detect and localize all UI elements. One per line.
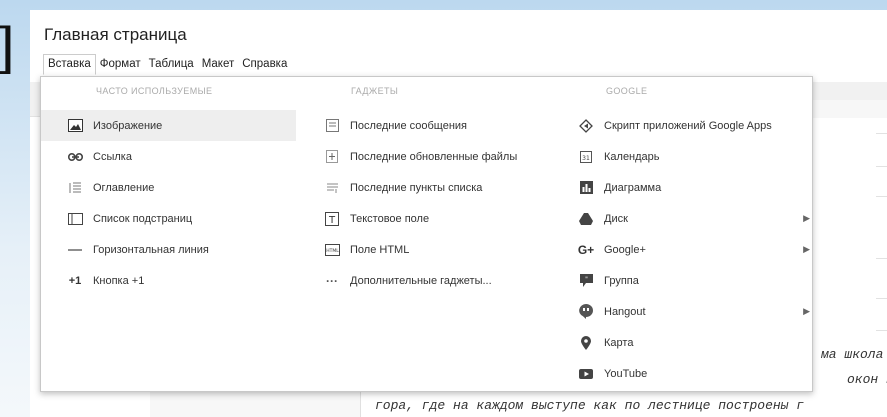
menu-item-label: Диск <box>604 212 628 225</box>
menu-item-subpages[interactable]: Список подстраниц <box>67 203 192 234</box>
doc-rule <box>876 166 887 167</box>
menu-item-apps-script[interactable]: Скрипт приложений Google Apps <box>578 110 772 141</box>
menu-item-chart[interactable]: Диаграмма <box>578 172 661 203</box>
youtube-icon <box>578 366 594 382</box>
menu-item-recent-list[interactable]: Последние пункты списка <box>324 172 482 203</box>
svg-text:": " <box>585 276 588 283</box>
menu-item-label: Изображение <box>93 119 163 132</box>
recent-posts-icon <box>324 118 340 134</box>
menu-bar: Вставка Формат Таблица Макет Справка <box>43 54 291 75</box>
recent-list-icon <box>324 180 340 196</box>
html-box-icon: HTML <box>324 242 340 258</box>
menu-item-label: Последние сообщения <box>350 119 468 132</box>
menu-item-recent-posts[interactable]: Последние сообщения <box>324 110 467 141</box>
menu-item-label: Диаграмма <box>604 181 662 194</box>
menu-item-label: Последние обновленные файлы <box>350 150 518 163</box>
menu-item-plus-one[interactable]: +1 Кнопка +1 <box>67 265 145 296</box>
group-icon: " <box>578 273 594 289</box>
menu-item-label: YouTube <box>604 367 648 380</box>
menu-item-more-gadgets[interactable]: ··· Дополнительные гаджеты... <box>324 265 492 296</box>
menu-item-group[interactable]: " Группа <box>578 265 639 296</box>
submenu-arrow-icon: ▶ <box>803 244 810 254</box>
horizontal-line-icon <box>67 242 83 258</box>
menu-item-label: Карта <box>604 336 634 349</box>
menu-item-toc[interactable]: Оглавление <box>67 172 154 203</box>
menu-item-label: Дополнительные гаджеты... <box>350 274 492 287</box>
page-title: Главная страница <box>44 25 187 44</box>
menu-item-map[interactable]: Карта <box>578 327 633 358</box>
menu-item-label: Поле HTML <box>350 243 410 256</box>
doc-text-line: окон вы <box>847 372 887 387</box>
google-plus-icon: G+ <box>577 242 595 257</box>
doc-text-line: ма школа <box>821 347 884 362</box>
insert-menu-dropdown: ЧАСТО ИСПОЛЬЗУЕМЫЕ Изображение Ссылка Ог… <box>40 76 813 392</box>
menu-table[interactable]: Таблица <box>145 55 198 75</box>
map-pin-icon <box>578 335 594 351</box>
menu-item-label: Оглавление <box>93 181 155 194</box>
menu-insert[interactable]: Вставка <box>43 54 96 75</box>
plus-one-icon: +1 <box>68 274 82 287</box>
subpages-icon <box>67 211 83 227</box>
recent-files-icon <box>324 149 340 165</box>
column-header-google: GOOGLE <box>606 86 648 96</box>
menu-item-google-plus[interactable]: G+ Google+ ▶ <box>578 234 810 265</box>
menu-item-drive[interactable]: Диск ▶ <box>578 203 810 234</box>
more-icon: ··· <box>326 273 338 288</box>
menu-item-label: Кнопка +1 <box>93 274 145 287</box>
doc-rule <box>876 133 887 134</box>
column-header-gadgets: ГАДЖЕТЫ <box>351 86 399 96</box>
menu-item-label: Список подстраниц <box>93 212 193 225</box>
link-icon <box>67 149 83 165</box>
menu-item-text-box[interactable]: T Текстовое поле <box>324 203 429 234</box>
menu-item-youtube[interactable]: YouTube <box>578 358 647 389</box>
menu-help[interactable]: Справка <box>238 55 291 75</box>
menu-item-label: Ссылка <box>93 150 132 163</box>
menu-item-html-box[interactable]: HTML Поле HTML <box>324 234 409 265</box>
menu-item-label: Скрипт приложений Google Apps <box>604 119 772 132</box>
slide-bracket: ] <box>0 22 15 76</box>
menu-item-label: Текстовое поле <box>350 212 430 225</box>
menu-item-label: Группа <box>604 274 639 287</box>
menu-item-hangout[interactable]: Hangout ▶ <box>578 296 810 327</box>
menu-item-label: Google+ <box>604 243 646 256</box>
drive-icon <box>578 211 594 227</box>
column-header-frequent: ЧАСТО ИСПОЛЬЗУЕМЫЕ <box>96 86 213 96</box>
svg-text:31: 31 <box>582 155 590 162</box>
menu-item-horizontal-line[interactable]: Горизонтальная линия <box>67 234 209 265</box>
hangout-icon <box>578 304 594 320</box>
menu-item-label: Hangout <box>604 305 646 318</box>
image-icon <box>67 118 83 134</box>
menu-layout[interactable]: Макет <box>198 55 239 75</box>
doc-rule <box>876 298 887 299</box>
doc-rule <box>876 330 887 331</box>
table-of-contents-icon <box>67 180 83 196</box>
calendar-icon: 31 <box>578 149 594 165</box>
menu-format[interactable]: Формат <box>96 55 145 75</box>
doc-rule <box>876 196 887 197</box>
menu-item-label: Календарь <box>604 150 660 163</box>
text-box-icon: T <box>324 211 340 227</box>
submenu-arrow-icon: ▶ <box>803 213 810 223</box>
menu-item-calendar[interactable]: 31 Календарь <box>578 141 660 172</box>
chart-icon <box>578 180 594 196</box>
svg-text:HTML: HTML <box>326 248 339 254</box>
doc-rule <box>876 258 887 259</box>
menu-item-image[interactable]: Изображение <box>41 110 296 141</box>
submenu-arrow-icon: ▶ <box>803 306 810 316</box>
menu-item-label: Последние пункты списка <box>350 181 483 194</box>
svg-text:T: T <box>328 215 336 226</box>
apps-script-icon <box>578 118 594 134</box>
doc-text-line: гора, где на каждом выступе как по лестн… <box>375 398 805 413</box>
menu-item-link[interactable]: Ссылка <box>67 141 132 172</box>
menu-item-label: Горизонтальная линия <box>93 243 209 256</box>
menu-item-recent-files[interactable]: Последние обновленные файлы <box>324 141 517 172</box>
